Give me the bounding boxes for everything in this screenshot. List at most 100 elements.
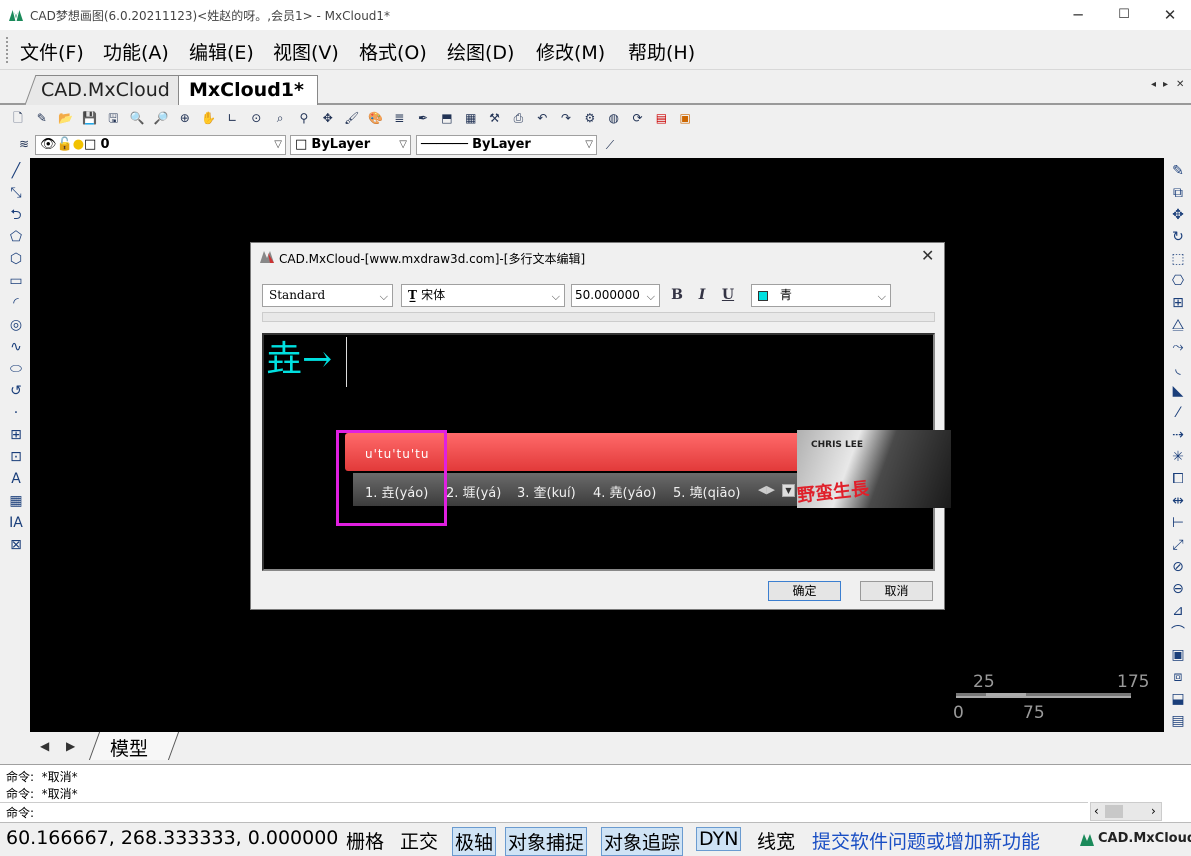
menu-draw[interactable]: 绘图(D) <box>447 38 514 65</box>
tab-cad-mxcloud[interactable]: CAD.MxCloud <box>25 75 196 105</box>
menu-modify[interactable]: 修改(M) <box>536 38 605 65</box>
chamfer-icon[interactable]: ◣ <box>1164 380 1191 402</box>
menu-grip-icon[interactable] <box>6 37 10 63</box>
polygon-icon[interactable]: ⬠ <box>2 226 30 248</box>
point-icon[interactable]: · <box>2 402 30 424</box>
zoom-in-icon[interactable]: ⊕ <box>176 110 194 126</box>
circle-icon[interactable]: ◎ <box>2 314 30 336</box>
erase-icon[interactable]: ✎ <box>1164 160 1191 182</box>
lineweight-icon[interactable]: ⟋ <box>601 137 619 153</box>
linetype-combo[interactable]: ────── ByLayer ▽ <box>416 135 597 155</box>
refresh-icon[interactable]: ⟳ <box>629 110 647 126</box>
layer-state-icon[interactable]: ⧈ <box>1164 666 1191 688</box>
font-select[interactable]: T̲ 宋体 ⌵ <box>401 284 565 307</box>
spline-icon[interactable]: ∿ <box>2 336 30 358</box>
scroll-left-icon[interactable]: ‹ <box>1094 804 1099 818</box>
tab-model[interactable]: 模型 <box>110 734 148 761</box>
dim-arc-icon[interactable]: ⌒ <box>1164 622 1191 644</box>
zoom-out-icon[interactable]: 🔎 <box>152 110 170 126</box>
insert-block-icon[interactable]: ⊞ <box>2 424 30 446</box>
sheet-prev-icon[interactable]: ◀ <box>40 739 49 753</box>
zoom-realtime-icon[interactable]: ⚲ <box>295 110 313 126</box>
globe-icon[interactable]: ◍ <box>605 110 623 126</box>
scroll-right-icon[interactable]: › <box>1151 804 1156 818</box>
explode-icon[interactable]: ✳ <box>1164 446 1191 468</box>
move-view-icon[interactable]: ✥ <box>319 110 337 126</box>
wblock-icon[interactable]: ⬓ <box>1164 688 1191 710</box>
text-icon[interactable]: A <box>2 468 30 490</box>
osnap-toggle[interactable]: 对象捕捉 <box>505 827 587 856</box>
feedback-link[interactable]: 提交软件问题或增加新功能 <box>812 827 1040 854</box>
menu-help[interactable]: 帮助(H) <box>628 38 695 65</box>
tab-scroll-left-icon[interactable]: ◂ <box>1151 79 1156 90</box>
scale-icon[interactable]: ⬚ <box>1164 248 1191 270</box>
ruler[interactable] <box>262 312 935 322</box>
palette-icon[interactable]: ▦ <box>462 110 480 126</box>
tab-close-icon[interactable]: ✕ <box>1176 79 1184 90</box>
mirror2-icon[interactable]: ⧋ <box>1164 314 1191 336</box>
arc-icon[interactable]: ◜ <box>2 292 30 314</box>
color-icon[interactable]: 🎨 <box>366 110 384 126</box>
zoom-previous-icon[interactable]: ⌕ <box>271 110 289 126</box>
rectangle-icon[interactable]: ▭ <box>2 270 30 292</box>
text-color-select[interactable]: 青 ⌵ <box>751 284 891 307</box>
open-folder-icon[interactable]: 📂 <box>57 110 75 126</box>
extend-icon[interactable]: ⇢ <box>1164 424 1191 446</box>
copy-icon[interactable]: ⧉ <box>1164 182 1191 204</box>
cancel-button[interactable]: 取消 <box>860 581 933 601</box>
dim-aligned-icon[interactable]: ⤢ <box>1164 534 1191 556</box>
dialog-close-button[interactable]: ✕ <box>921 246 934 265</box>
sheet-next-icon[interactable]: ▶ <box>66 739 75 753</box>
ime-page-arrows-icon[interactable]: ◀▶ <box>758 483 775 496</box>
color-combo[interactable]: □ ByLayer ▽ <box>290 135 411 155</box>
mirror-icon[interactable]: ⎔ <box>1164 270 1191 292</box>
bold-button[interactable]: B <box>667 285 687 305</box>
ime-candidate[interactable]: 4. 堯(yáo) <box>593 482 656 501</box>
plugin-icon[interactable]: ⚙ <box>581 110 599 126</box>
hatch-icon[interactable]: ▦ <box>2 490 30 512</box>
paint-icon[interactable]: ⚒ <box>486 110 504 126</box>
ime-candidate[interactable]: 2. 堐(yá) <box>446 482 501 501</box>
command-scrollbar[interactable]: ‹ › <box>1090 802 1162 821</box>
image-icon[interactable]: ⬒ <box>438 110 456 126</box>
rotate-icon[interactable]: ↻ <box>1164 226 1191 248</box>
menu-file[interactable]: 文件(F) <box>20 38 84 65</box>
polyline-icon[interactable]: ⮌ <box>2 204 30 226</box>
text-style-select[interactable]: Standard ⌵ <box>262 284 393 307</box>
table-icon[interactable]: ⊠ <box>2 534 30 556</box>
lineweight-toggle[interactable]: 线宽 <box>757 827 795 854</box>
new-icon[interactable]: 🗋 <box>9 110 27 126</box>
xline-icon[interactable]: ⤡ <box>2 182 30 204</box>
fillet-icon[interactable]: ◟ <box>1164 358 1191 380</box>
pdf-icon[interactable]: ▤ <box>652 110 670 126</box>
rotated-polygon-icon[interactable]: ⬡ <box>2 248 30 270</box>
command-input[interactable]: 命令: <box>0 802 1088 821</box>
save-as-icon[interactable]: 🖫 <box>104 110 122 126</box>
dim-linear-icon[interactable]: ⊢ <box>1164 512 1191 534</box>
move-icon[interactable]: ✥ <box>1164 204 1191 226</box>
pan-icon[interactable]: ✋ <box>200 110 218 126</box>
layer-manager-icon[interactable]: ≋ <box>15 136 33 152</box>
minimize-button[interactable]: ─ <box>1055 0 1101 30</box>
purge-icon[interactable]: ▤ <box>1164 710 1191 732</box>
ok-button[interactable]: 确定 <box>768 581 841 601</box>
trim-icon[interactable]: ⁄ <box>1164 402 1191 424</box>
ime-expand-icon[interactable]: ▼ <box>782 484 795 497</box>
menu-edit[interactable]: 编辑(E) <box>189 38 254 65</box>
open-icon[interactable]: ✎ <box>33 110 51 126</box>
ucs-icon[interactable]: ∟ <box>223 110 241 126</box>
revcloud-icon[interactable]: ↺ <box>2 380 30 402</box>
break-icon[interactable]: ⇹ <box>1164 490 1191 512</box>
dyn-toggle[interactable]: DYN <box>696 827 741 851</box>
grid-toggle[interactable]: 栅格 <box>346 827 384 854</box>
print-icon[interactable]: ⎙ <box>509 110 527 126</box>
pen-icon[interactable]: ✒ <box>414 110 432 126</box>
make-block-icon[interactable]: ⊡ <box>2 446 30 468</box>
stretch-icon[interactable]: ⤳ <box>1164 336 1191 358</box>
italic-button[interactable]: I <box>692 285 712 305</box>
otrack-toggle[interactable]: 对象追踪 <box>601 827 683 856</box>
ellipse-icon[interactable]: ⬭ <box>2 358 30 380</box>
menu-view[interactable]: 视图(V) <box>273 38 339 65</box>
menu-function[interactable]: 功能(A) <box>103 38 169 65</box>
dim-angle-icon[interactable]: ⊿ <box>1164 600 1191 622</box>
